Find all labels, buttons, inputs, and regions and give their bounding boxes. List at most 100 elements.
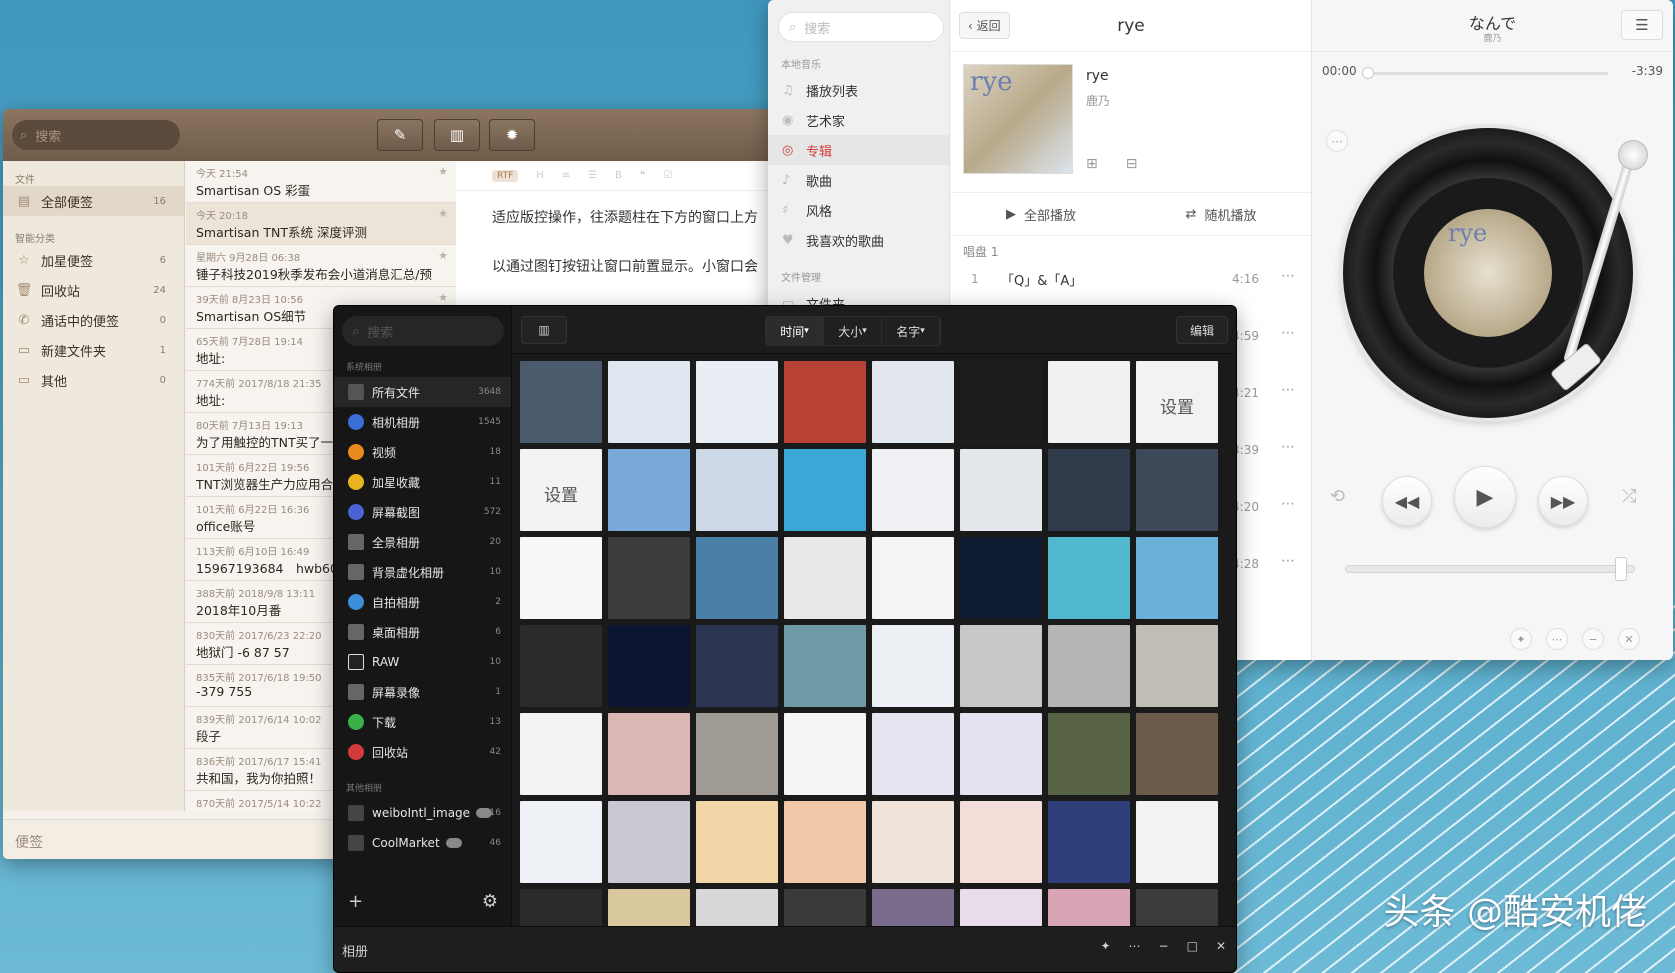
photo-thumbnail[interactable] xyxy=(1136,889,1218,926)
rtf-badge[interactable]: RTF xyxy=(492,169,519,182)
note-list-item[interactable]: 今天 20:18 Smartisan TNT系统 深度评测 ★ xyxy=(186,203,456,245)
sidebar-item[interactable]: ♪ 歌曲 xyxy=(768,165,949,195)
shuffle-button[interactable]: ⇄ 随机播放 xyxy=(1131,193,1311,235)
photo-thumbnail[interactable] xyxy=(696,449,778,531)
photo-thumbnail[interactable] xyxy=(960,625,1042,707)
sidebar-item[interactable]: ✆ 通话中的便签 0 xyxy=(3,305,184,335)
album-item[interactable]: CoolMarket 46 xyxy=(334,828,511,858)
menu-button[interactable]: ☰ xyxy=(1621,10,1663,40)
photo-thumbnail[interactable] xyxy=(1048,713,1130,795)
photo-thumbnail[interactable] xyxy=(608,537,690,619)
sidebar-item[interactable]: ◎ 专辑 xyxy=(768,135,949,165)
add-icon[interactable]: + xyxy=(348,891,363,912)
photo-thumbnail[interactable] xyxy=(608,889,690,926)
photo-thumbnail[interactable] xyxy=(1048,537,1130,619)
photo-thumbnail[interactable] xyxy=(1048,361,1130,443)
photo-thumbnail[interactable] xyxy=(1136,449,1218,531)
photo-thumbnail[interactable] xyxy=(696,889,778,926)
note-list-item[interactable]: 星期六 9月28日 06:38 锤子科技2019秋季发布会小道消息汇总/预 ★ xyxy=(186,245,456,287)
photo-thumbnail[interactable] xyxy=(608,361,690,443)
volume-knob[interactable] xyxy=(1615,557,1628,581)
more-button[interactable]: ⋯ xyxy=(1546,628,1568,650)
photo-thumbnail[interactable] xyxy=(520,361,602,443)
pin-button[interactable]: ✦ xyxy=(1510,628,1532,650)
close-icon[interactable]: ✕ xyxy=(1216,939,1226,953)
photo-thumbnail[interactable] xyxy=(872,713,954,795)
close-button[interactable]: ✕ xyxy=(1618,628,1640,650)
photo-thumbnail[interactable] xyxy=(784,713,866,795)
checkbox-icon[interactable]: ☑ xyxy=(663,170,672,181)
back-button[interactable]: ‹ 返回 xyxy=(959,12,1010,39)
photo-thumbnail[interactable] xyxy=(696,801,778,883)
list-icon[interactable]: ☰ xyxy=(588,170,597,181)
more-icon[interactable]: ⋯ xyxy=(1281,496,1295,512)
photo-thumbnail[interactable] xyxy=(784,537,866,619)
play-all-button[interactable]: ▶ 全部播放 xyxy=(951,193,1131,235)
progress-knob[interactable] xyxy=(1362,67,1374,79)
album-item[interactable]: 回收站 42 xyxy=(334,737,511,767)
sidebar-item[interactable]: ☆ 加星便签 6 xyxy=(3,245,184,275)
album-cover[interactable]: rye xyxy=(963,64,1073,174)
photo-thumbnail[interactable] xyxy=(520,537,602,619)
photo-thumbnail[interactable] xyxy=(520,801,602,883)
photo-thumbnail[interactable]: 设置 xyxy=(1136,361,1218,443)
photo-thumbnail[interactable] xyxy=(696,361,778,443)
photo-thumbnail[interactable] xyxy=(1136,713,1218,795)
star-icon[interactable]: ★ xyxy=(438,207,448,220)
star-icon[interactable]: ★ xyxy=(438,165,448,178)
track-row[interactable]: 1 「Q」&「A」 4:16 ⋯ xyxy=(951,250,1311,310)
minimize-button[interactable]: − xyxy=(1582,628,1604,650)
add-to-queue-icon[interactable]: ⊟ xyxy=(1126,156,1138,172)
album-item[interactable]: 下载 13 xyxy=(334,707,511,737)
photo-thumbnail[interactable] xyxy=(696,625,778,707)
photo-thumbnail[interactable] xyxy=(960,801,1042,883)
album-item[interactable]: 视频 18 xyxy=(334,437,511,467)
photo-thumbnail[interactable] xyxy=(1136,625,1218,707)
photo-thumbnail[interactable] xyxy=(784,801,866,883)
photo-thumbnail[interactable] xyxy=(872,625,954,707)
new-note-button[interactable]: ✎ xyxy=(377,119,423,151)
photo-thumbnail[interactable] xyxy=(1136,801,1218,883)
photo-thumbnail[interactable] xyxy=(1048,889,1130,926)
photo-thumbnail[interactable] xyxy=(520,889,602,926)
minimize-icon[interactable]: − xyxy=(1159,939,1169,953)
sidebar-item[interactable]: ▭ 新建文件夹 1 xyxy=(3,335,184,365)
photo-thumbnail[interactable] xyxy=(960,537,1042,619)
maximize-icon[interactable]: □ xyxy=(1187,939,1198,953)
note-list-item[interactable]: 今天 21:54 Smartisan OS 彩蛋 ★ xyxy=(186,161,456,203)
shuffle-icon[interactable]: ⤮ xyxy=(1622,486,1636,507)
sidebar-item[interactable]: ♥ 我喜欢的歌曲 xyxy=(768,225,949,255)
photo-thumbnail[interactable] xyxy=(784,625,866,707)
photo-thumbnail[interactable]: 设置 xyxy=(520,449,602,531)
album-item[interactable]: 全景相册 20 xyxy=(334,527,511,557)
album-item[interactable]: 屏幕截图 572 xyxy=(334,497,511,527)
notes-search-input[interactable]: ⌕ 搜索 xyxy=(12,120,180,150)
photo-thumbnail[interactable] xyxy=(520,625,602,707)
progress-track[interactable] xyxy=(1367,72,1608,75)
album-item[interactable]: 加星收藏 11 xyxy=(334,467,511,497)
sort-option[interactable]: 大小 ▾ xyxy=(824,317,882,345)
align-icon[interactable]: ≡ xyxy=(562,170,570,181)
theme-button[interactable]: ✹ xyxy=(489,119,535,151)
previous-button[interactable]: ◀◀ xyxy=(1382,476,1432,526)
sidebar-item[interactable]: ▤ 全部便签 16 xyxy=(3,186,184,216)
next-button[interactable]: ▶▶ xyxy=(1538,476,1588,526)
add-to-playlist-icon[interactable]: ⊞ xyxy=(1086,156,1098,172)
sidebar-item[interactable]: ▭ 其他 0 xyxy=(3,365,184,395)
photo-thumbnail[interactable] xyxy=(608,713,690,795)
album-search-input[interactable]: ⌕ 搜索 xyxy=(342,316,504,346)
photo-thumbnail[interactable] xyxy=(784,889,866,926)
bold-icon[interactable]: B xyxy=(615,170,622,181)
photo-thumbnail[interactable] xyxy=(872,801,954,883)
photo-thumbnail[interactable] xyxy=(520,713,602,795)
repeat-icon[interactable]: ⟲ xyxy=(1330,486,1345,507)
photo-thumbnail[interactable] xyxy=(960,449,1042,531)
more-icon[interactable]: ⋯ xyxy=(1281,553,1295,569)
more-icon[interactable]: ⋯ xyxy=(1129,939,1141,953)
sort-option[interactable]: 名字 ▾ xyxy=(882,317,940,345)
photo-thumbnail[interactable] xyxy=(872,889,954,926)
photo-thumbnail[interactable] xyxy=(608,449,690,531)
photo-thumbnail[interactable] xyxy=(872,449,954,531)
photo-thumbnail[interactable] xyxy=(608,801,690,883)
photo-thumbnail[interactable] xyxy=(1136,537,1218,619)
